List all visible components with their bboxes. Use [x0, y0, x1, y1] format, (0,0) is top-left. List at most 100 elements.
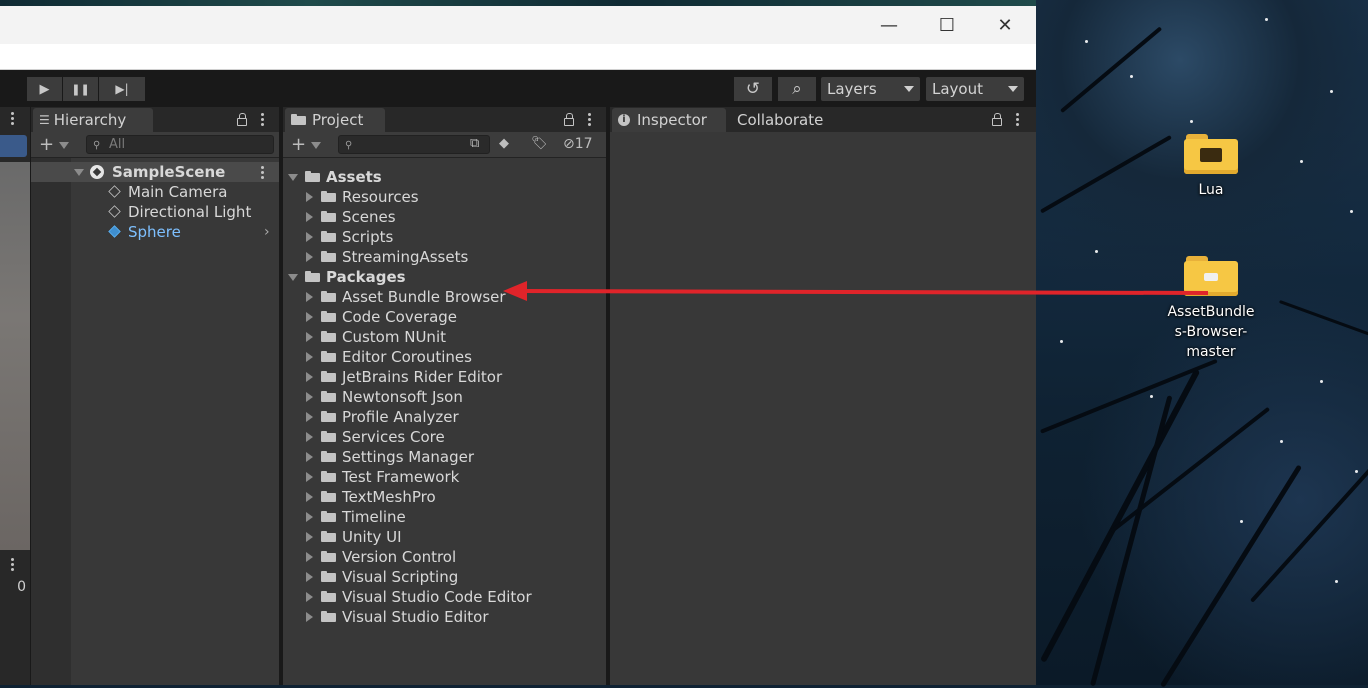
pause-button[interactable]: ❚❚: [63, 77, 98, 101]
project-package-item[interactable]: Unity UI: [283, 527, 606, 547]
tree-branch: [1060, 26, 1163, 114]
project-package-item[interactable]: Code Coverage: [283, 307, 606, 327]
step-button[interactable]: ▶|: [99, 77, 145, 101]
expand-arrow-icon[interactable]: [306, 352, 313, 362]
project-toolbar: + ⚲ ⧉ ◆ 🏷 ⊘17: [283, 132, 606, 158]
project-package-item[interactable]: Newtonsoft Json: [283, 387, 606, 407]
expand-arrow-icon[interactable]: [306, 412, 313, 422]
expand-arrow-icon[interactable]: [306, 392, 313, 402]
search-icon: ⚲: [345, 140, 353, 151]
project-package-item[interactable]: TextMeshPro: [283, 487, 606, 507]
add-icon[interactable]: +: [39, 134, 54, 155]
hierarchy-item-directional-light[interactable]: Directional Light: [31, 202, 279, 222]
more-options-icon[interactable]: [1016, 113, 1019, 128]
expand-arrow-icon[interactable]: [288, 274, 298, 281]
chevron-down-icon[interactable]: [311, 142, 321, 149]
folder-label: Scenes: [342, 208, 396, 226]
project-package-item[interactable]: Timeline: [283, 507, 606, 527]
lock-icon[interactable]: [237, 113, 247, 126]
project-folder-item[interactable]: Scripts: [283, 227, 606, 247]
hierarchy-item-label: Directional Light: [128, 203, 252, 221]
tab-hierarchy[interactable]: ☰ Hierarchy: [33, 108, 153, 132]
hierarchy-item-sphere[interactable]: Sphere ›: [31, 222, 279, 242]
more-options-icon[interactable]: [588, 113, 591, 128]
expand-arrow-icon[interactable]: [306, 532, 313, 542]
desktop-icon-lua[interactable]: Lua: [1156, 134, 1266, 200]
project-package-item[interactable]: Editor Coroutines: [283, 347, 606, 367]
project-assets-root[interactable]: Assets: [283, 167, 606, 187]
expand-arrow-icon[interactable]: [306, 312, 313, 322]
project-package-item[interactable]: JetBrains Rider Editor: [283, 367, 606, 387]
project-folder-item[interactable]: Resources: [283, 187, 606, 207]
layers-dropdown[interactable]: Layers: [821, 77, 920, 101]
tab-project[interactable]: Project: [285, 108, 385, 132]
more-options-icon[interactable]: [261, 113, 264, 128]
project-folder-item[interactable]: Scenes: [283, 207, 606, 227]
project-search-input[interactable]: ⚲: [338, 135, 490, 154]
history-icon[interactable]: ↺: [734, 77, 772, 101]
expand-arrow-icon[interactable]: [74, 169, 84, 176]
project-package-item[interactable]: Asset Bundle Browser: [283, 287, 606, 307]
add-icon[interactable]: +: [291, 134, 306, 155]
expand-arrow-icon[interactable]: [306, 432, 313, 442]
hierarchy-search-placeholder: All: [109, 137, 126, 152]
expand-arrow-icon[interactable]: [306, 492, 313, 502]
expand-arrow-icon[interactable]: [306, 252, 313, 262]
scene-viewport[interactable]: [0, 162, 30, 550]
project-folder-item[interactable]: StreamingAssets: [283, 247, 606, 267]
project-package-item[interactable]: Settings Manager: [283, 447, 606, 467]
tab-inspector[interactable]: i Inspector: [612, 108, 726, 132]
hierarchy-scene-row[interactable]: SampleScene: [31, 162, 279, 182]
tab-collaborate[interactable]: Collaborate: [731, 108, 831, 132]
filter-by-label-icon[interactable]: 🏷: [531, 136, 548, 151]
expand-arrow-icon[interactable]: [288, 174, 298, 181]
hidden-packages-toggle[interactable]: ⊘17: [563, 136, 593, 152]
more-options-icon[interactable]: [11, 112, 14, 127]
expand-arrow-icon[interactable]: [306, 192, 313, 202]
folder-open-icon: [305, 271, 320, 282]
gameobject-cube-icon: [108, 185, 121, 198]
more-options-icon[interactable]: [261, 166, 264, 181]
filter-by-type-icon[interactable]: ◆: [499, 136, 509, 151]
expand-arrow-icon[interactable]: [306, 452, 313, 462]
project-packages-root[interactable]: Packages: [283, 267, 606, 287]
expand-arrow-icon[interactable]: [306, 512, 313, 522]
folder-label: Packages: [326, 268, 406, 286]
expand-arrow-icon[interactable]: [306, 212, 313, 222]
project-package-item[interactable]: Custom NUnit: [283, 327, 606, 347]
more-options-icon[interactable]: [11, 558, 14, 573]
project-package-item[interactable]: Visual Studio Editor: [283, 607, 606, 627]
project-package-item[interactable]: Visual Scripting: [283, 567, 606, 587]
chevron-down-icon[interactable]: [59, 142, 69, 149]
search-icon[interactable]: ⌕: [778, 77, 816, 101]
tree-branch: [1040, 368, 1201, 663]
lock-icon[interactable]: [564, 113, 574, 126]
chevron-right-icon[interactable]: ›: [264, 224, 270, 240]
expand-arrow-icon[interactable]: [306, 372, 313, 382]
desktop-icon-assetbundles-browser-master[interactable]: AssetBundle s-Browser- master: [1156, 256, 1266, 362]
scene-tool-toggle[interactable]: [0, 135, 27, 157]
project-package-item[interactable]: Profile Analyzer: [283, 407, 606, 427]
hierarchy-search-input[interactable]: ⚲ All: [86, 135, 274, 154]
minimize-button[interactable]: —: [860, 6, 918, 44]
expand-arrow-icon[interactable]: [306, 292, 313, 302]
close-button[interactable]: ✕: [976, 6, 1034, 44]
expand-arrow-icon[interactable]: [306, 472, 313, 482]
search-filter-icon[interactable]: ⧉: [470, 136, 479, 151]
folder-label: StreamingAssets: [342, 248, 469, 266]
project-package-item[interactable]: Services Core: [283, 427, 606, 447]
hierarchy-item-main-camera[interactable]: Main Camera: [31, 182, 279, 202]
expand-arrow-icon[interactable]: [306, 572, 313, 582]
project-package-item[interactable]: Version Control: [283, 547, 606, 567]
expand-arrow-icon[interactable]: [306, 612, 313, 622]
maximize-button[interactable]: ☐: [918, 6, 976, 44]
project-package-item[interactable]: Test Framework: [283, 467, 606, 487]
expand-arrow-icon[interactable]: [306, 332, 313, 342]
project-package-item[interactable]: Visual Studio Code Editor: [283, 587, 606, 607]
layout-dropdown[interactable]: Layout: [926, 77, 1024, 101]
lock-icon[interactable]: [992, 113, 1002, 126]
expand-arrow-icon[interactable]: [306, 552, 313, 562]
expand-arrow-icon[interactable]: [306, 232, 313, 242]
play-button[interactable]: ▶: [27, 77, 62, 101]
expand-arrow-icon[interactable]: [306, 592, 313, 602]
